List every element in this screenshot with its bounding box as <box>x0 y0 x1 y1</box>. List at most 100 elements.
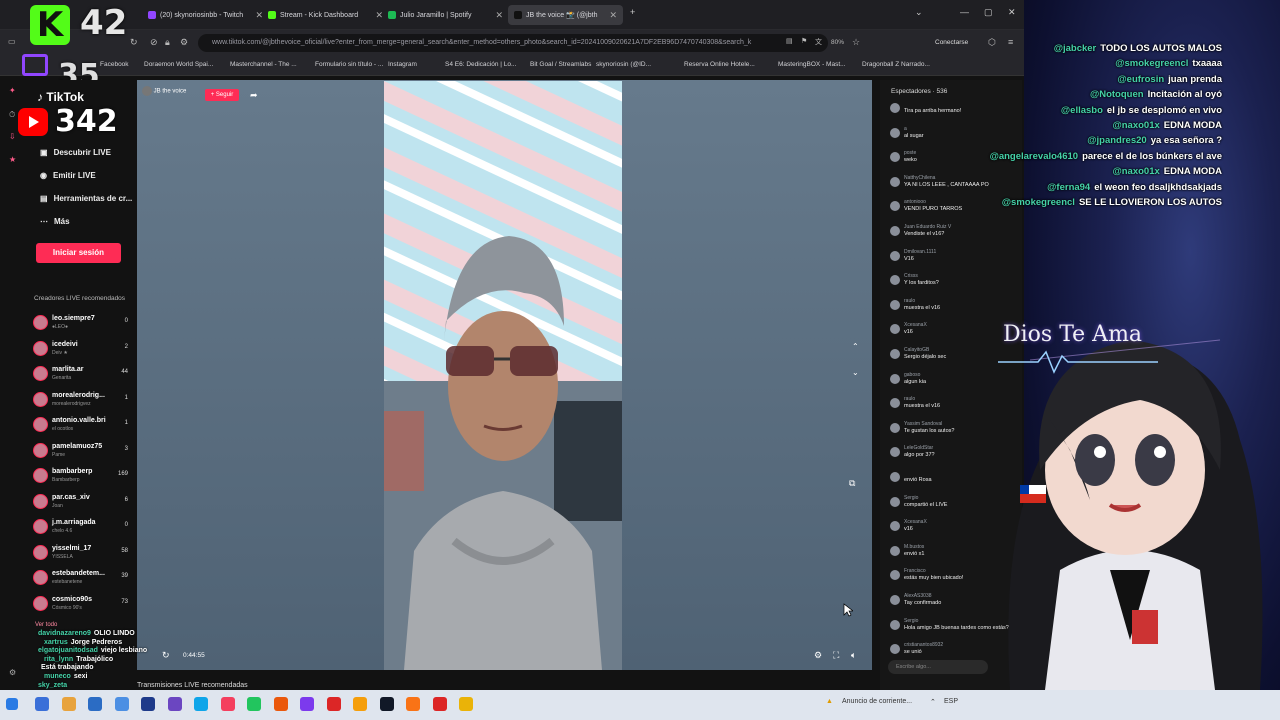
creator-item[interactable]: par.cas_xiv Joan 6 <box>33 492 133 516</box>
tab-close-icon[interactable]: ✕ <box>375 10 383 21</box>
creator-item[interactable]: cosmico90s Cósmico 90's 73 <box>33 594 133 618</box>
chat-username[interactable]: gaboso <box>904 372 920 378</box>
bookmark-item[interactable]: Formulario sin título - ... <box>315 61 383 68</box>
maximize-icon[interactable]: ▢ <box>984 7 993 18</box>
chat-username[interactable]: LeleGoldStar <box>904 445 933 451</box>
creator-item[interactable]: morealerodrig... morealerodrigvez 1 <box>33 390 133 414</box>
previous-stream-icon[interactable]: ⌃ <box>852 342 859 351</box>
creator-item[interactable]: marlita.ar Genarita 44 <box>33 364 133 388</box>
chat-username[interactable]: Francisco <box>904 568 926 574</box>
creator-item[interactable]: antonio.valle.bri el ocotlos 1 <box>33 415 133 439</box>
app-icon[interactable] <box>353 697 367 711</box>
nav-discover-live[interactable]: ▣ Descubrir LIVE <box>40 148 111 157</box>
creator-item[interactable]: bambarberp Bambarberp 169 <box>33 466 133 490</box>
fullscreen-icon[interactable]: ⛶ <box>833 650 839 661</box>
chat-username[interactable]: Dmilovan.1111 <box>904 249 936 255</box>
chat-username[interactable]: Crisss <box>904 273 918 279</box>
viewers-header[interactable]: Espectadores · 536 <box>891 88 947 95</box>
opera-icon[interactable] <box>432 697 447 711</box>
chat-username[interactable]: antoniooo <box>904 199 926 205</box>
app-icon[interactable] <box>379 697 394 711</box>
login-button[interactable]: Iniciar sesión <box>36 243 121 263</box>
site-info-icon[interactable]: ⚙ <box>180 37 188 48</box>
refresh-icon[interactable]: ↻ <box>130 37 138 48</box>
creator-item[interactable]: estebandetem... estebanetene 39 <box>33 568 133 592</box>
app-icon[interactable] <box>459 697 473 711</box>
chat-username[interactable]: XcesanaX <box>904 519 927 525</box>
chat-username[interactable]: cristianantos8932 <box>904 642 943 648</box>
bookmark-item[interactable]: Bit Goal / Streamlabs <box>530 61 591 68</box>
extensions-icon[interactable]: ⬡ <box>988 37 996 48</box>
nav-more[interactable]: ⋯ Más <box>40 217 70 226</box>
extension-icon[interactable]: ⚑ <box>801 37 807 45</box>
store-icon[interactable] <box>114 697 129 711</box>
bookmark-item[interactable]: S4 E6: Dedicación | Lo... <box>445 61 516 68</box>
chat-username[interactable]: Sergio <box>904 495 918 501</box>
chat-username[interactable]: Juan Eduardo Ruiz V <box>904 224 951 230</box>
zoom-level[interactable]: 80% <box>831 39 844 46</box>
creator-item[interactable]: yisselmi_17 YISSELA 58 <box>33 543 133 567</box>
host-info[interactable]: JB the voice <box>142 86 262 104</box>
live-video[interactable] <box>384 81 622 670</box>
browser-tab[interactable]: (20) skynoriosinbb - Twitch ✕ <box>148 5 263 25</box>
close-window-icon[interactable]: ✕ <box>1008 7 1016 18</box>
tab-close-icon[interactable]: ✕ <box>255 10 263 21</box>
app-icon[interactable] <box>273 697 288 711</box>
app-icon[interactable] <box>220 697 235 711</box>
settings-icon[interactable]: ⚙ <box>814 650 822 661</box>
follow-button[interactable]: + Seguir <box>205 89 239 101</box>
notification-text[interactable]: Anuncio de corriente... <box>842 698 912 705</box>
browser-tab[interactable]: JB the voice 📸 (@jbth ✕ <box>508 5 623 25</box>
tiktok-logo[interactable]: ♪ TikTok <box>37 90 84 104</box>
translate-icon[interactable]: 文 <box>815 37 822 47</box>
file-explorer-icon[interactable] <box>61 697 76 711</box>
see-all-link[interactable]: Ver todo <box>35 622 57 628</box>
chrome-icon[interactable] <box>326 697 341 711</box>
minimize-icon[interactable]: — <box>960 7 969 17</box>
bookmark-item[interactable]: Dragonball Z Narrado... <box>862 61 930 68</box>
windows-start-icon[interactable] <box>6 698 18 710</box>
app-icon[interactable] <box>406 697 420 711</box>
tray-chevron-icon[interactable]: ⌃ <box>930 698 936 706</box>
tab-list-icon[interactable]: ⌄ <box>915 7 923 18</box>
chat-username[interactable]: NatthyChilena <box>904 175 935 181</box>
bookmark-item[interactable]: Doraemon World Spai... <box>144 61 213 68</box>
bookmark-item[interactable]: Masterchannel - The ... <box>230 61 297 68</box>
sidebar-settings-icon[interactable]: ⚙ <box>9 668 16 677</box>
sidebar-favorites-icon[interactable]: ★ <box>9 155 16 164</box>
creator-item[interactable]: j.m.arriagada chelo 4.6 0 <box>33 517 133 541</box>
nav-go-live[interactable]: ◉ Emitir LIVE <box>40 171 96 180</box>
share-icon[interactable]: ➦ <box>250 90 258 101</box>
vscode-icon[interactable] <box>141 697 155 711</box>
chat-username[interactable]: M.bustos <box>904 544 924 550</box>
sidebar-downloads-icon[interactable]: ⇩ <box>9 132 16 141</box>
next-stream-icon[interactable]: ⌄ <box>852 368 859 377</box>
sidebar-toggle-icon[interactable]: ▭ <box>8 37 16 46</box>
chat-username[interactable]: poste <box>904 150 916 156</box>
url-field[interactable]: www.tiktok.com/@jbthevoice_oficial/live?… <box>198 34 828 52</box>
browser-tab[interactable]: Julio Jaramillo | Spotify ✕ <box>388 5 503 25</box>
chat-username[interactable]: raulo <box>904 298 915 304</box>
bookmark-item[interactable]: Reserva Online Hotele... <box>684 61 755 68</box>
app-icon[interactable] <box>247 697 261 711</box>
menu-icon[interactable]: ≡ <box>1008 37 1013 47</box>
chat-username[interactable]: Yassim Sandoval <box>904 421 942 427</box>
bookmark-item[interactable]: skynoriosin (@ID... <box>596 61 651 68</box>
chat-username[interactable]: AlexAS3038 <box>904 593 932 599</box>
search-app-icon[interactable] <box>35 697 49 711</box>
new-tab-icon[interactable]: + <box>630 7 635 17</box>
browser-icon[interactable] <box>194 697 208 711</box>
creator-item[interactable]: icedeivi Deiv ★ 2 <box>33 339 133 363</box>
bookmark-star-icon[interactable]: ☆ <box>852 37 860 48</box>
chat-username[interactable]: a <box>904 126 907 132</box>
edge-browser-icon[interactable] <box>88 697 102 711</box>
visual-studio-icon[interactable] <box>167 697 182 711</box>
shield-icon[interactable]: ⊘ <box>150 37 158 48</box>
replay-icon[interactable]: ↻ <box>162 650 170 661</box>
connect-button[interactable]: Conectarse <box>935 39 968 46</box>
volume-icon[interactable]: 🔈︎ <box>851 650 856 661</box>
nav-creator-tools[interactable]: ▤ Herramientas de cr... <box>40 194 132 203</box>
bookmark-item[interactable]: Instagram <box>388 61 417 68</box>
chat-username[interactable]: XcesanaX <box>904 322 927 328</box>
sidebar-pin-icon[interactable]: ✦ <box>9 86 16 95</box>
